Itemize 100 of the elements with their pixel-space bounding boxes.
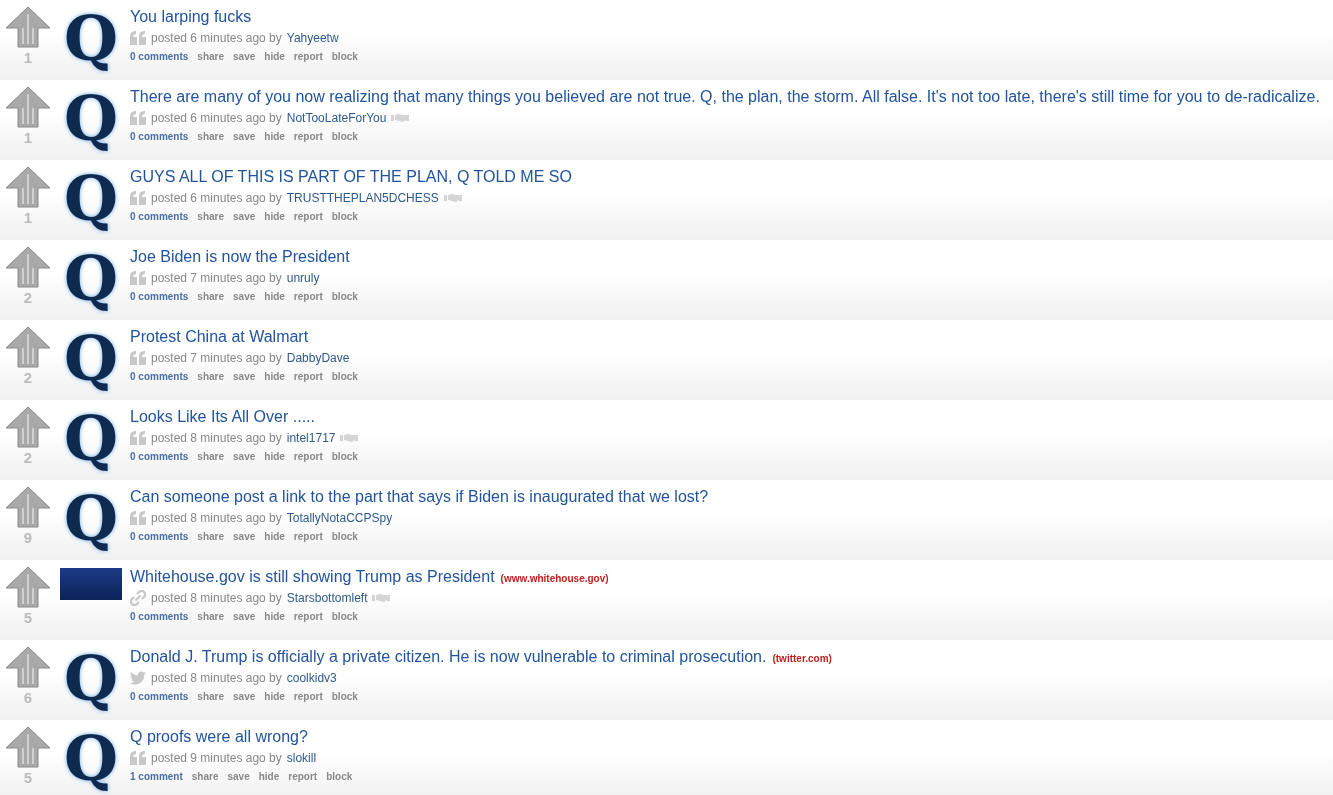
- post-title-link[interactable]: Looks Like Its All Over .....: [130, 406, 315, 428]
- action-link[interactable]: hide: [264, 531, 285, 542]
- comments-link[interactable]: 0 comments: [130, 131, 189, 142]
- action-link[interactable]: report: [288, 771, 318, 782]
- action-link[interactable]: block: [331, 291, 358, 302]
- action-link[interactable]: hide: [264, 291, 285, 302]
- action-link[interactable]: block: [331, 131, 358, 142]
- action-link[interactable]: save: [233, 291, 256, 302]
- q-logo[interactable]: Q: [64, 646, 118, 712]
- post-title-link[interactable]: GUYS ALL OF THIS IS PART OF THE PLAN, Q TOLD ME SO: [130, 166, 572, 188]
- action-link[interactable]: hide: [264, 211, 285, 222]
- action-link[interactable]: hide: [264, 451, 285, 462]
- author-link[interactable]: TotallyNotaCCPSpy: [286, 511, 393, 525]
- author-link[interactable]: DabbyDave: [286, 351, 350, 365]
- upvote-arrow-icon[interactable]: [5, 726, 51, 768]
- upvote-arrow-icon[interactable]: [5, 566, 51, 608]
- comments-link[interactable]: 0 comments: [130, 51, 189, 62]
- action-link[interactable]: hide: [264, 371, 285, 382]
- author-link[interactable]: TRUSTTHEPLAN5DCHESS: [286, 191, 439, 205]
- action-link[interactable]: report: [293, 531, 323, 542]
- comments-link[interactable]: 1 comment: [130, 771, 183, 782]
- author-link[interactable]: unruly: [286, 271, 320, 285]
- action-link[interactable]: share: [197, 451, 225, 462]
- comments-link[interactable]: 0 comments: [130, 451, 189, 462]
- action-link[interactable]: save: [233, 211, 256, 222]
- action-link[interactable]: block: [331, 451, 358, 462]
- post-title-link[interactable]: Whitehouse.gov is still showing Trump as President: [130, 566, 495, 588]
- action-link[interactable]: save: [233, 51, 256, 62]
- action-link[interactable]: block: [331, 531, 358, 542]
- action-link[interactable]: block: [331, 211, 358, 222]
- author-link[interactable]: coolkidv3: [286, 671, 337, 685]
- action-link[interactable]: save: [233, 371, 256, 382]
- post-title-link[interactable]: Can someone post a link to the part that says if Biden is inaugurated that we lost?: [130, 486, 709, 508]
- action-link[interactable]: block: [331, 691, 358, 702]
- action-link[interactable]: block: [331, 371, 358, 382]
- post-title-link[interactable]: You larping fucks: [130, 6, 252, 28]
- post-title-link[interactable]: Joe Biden is now the President: [130, 246, 350, 268]
- comments-link[interactable]: 0 comments: [130, 611, 189, 622]
- action-link[interactable]: share: [197, 51, 225, 62]
- q-logo[interactable]: Q: [64, 406, 118, 472]
- post-title-link[interactable]: Donald J. Trump is officially a private citizen. He is now vulnerable to criminal prosecution.: [130, 646, 767, 668]
- action-link[interactable]: save: [233, 691, 256, 702]
- q-logo[interactable]: Q: [64, 326, 118, 392]
- action-link[interactable]: report: [293, 211, 323, 222]
- upvote-arrow-icon[interactable]: [5, 6, 51, 48]
- q-logo[interactable]: Q: [64, 726, 118, 792]
- author-link[interactable]: Starsbottomleft: [286, 591, 368, 605]
- upvote-arrow-icon[interactable]: [5, 646, 51, 688]
- action-link[interactable]: save: [227, 771, 250, 782]
- comments-link[interactable]: 0 comments: [130, 291, 189, 302]
- q-logo[interactable]: Q: [64, 486, 118, 552]
- action-link[interactable]: report: [293, 451, 323, 462]
- action-link[interactable]: hide: [264, 611, 285, 622]
- upvote-arrow-icon[interactable]: [5, 326, 51, 368]
- thumbnail-image[interactable]: [60, 568, 122, 600]
- comments-link[interactable]: 0 comments: [130, 371, 189, 382]
- q-logo[interactable]: Q: [64, 246, 118, 312]
- action-link[interactable]: share: [197, 611, 225, 622]
- action-link[interactable]: share: [197, 131, 225, 142]
- action-link[interactable]: share: [197, 531, 225, 542]
- action-link[interactable]: share: [197, 291, 225, 302]
- action-link[interactable]: share: [197, 371, 225, 382]
- author-link[interactable]: slokill: [286, 751, 317, 765]
- action-link[interactable]: share: [191, 771, 219, 782]
- action-link[interactable]: save: [233, 531, 256, 542]
- author-link[interactable]: NotTooLateForYou: [286, 111, 387, 125]
- action-link[interactable]: save: [233, 131, 256, 142]
- action-link[interactable]: share: [197, 691, 225, 702]
- post-title-link[interactable]: There are many of you now realizing that many things you believed are not true. Q, the plan, the storm. All false. It's not too late, there's still time for you to de-radicalize.: [130, 86, 1320, 108]
- action-link[interactable]: report: [293, 51, 323, 62]
- action-link[interactable]: save: [233, 611, 256, 622]
- upvote-arrow-icon[interactable]: [5, 246, 51, 288]
- upvote-arrow-icon[interactable]: [5, 486, 51, 528]
- comments-link[interactable]: 0 comments: [130, 531, 189, 542]
- post-title-link[interactable]: Protest China at Walmart: [130, 326, 309, 348]
- action-link[interactable]: report: [293, 371, 323, 382]
- action-link[interactable]: hide: [264, 51, 285, 62]
- action-link[interactable]: report: [293, 611, 323, 622]
- q-logo[interactable]: Q: [64, 166, 118, 232]
- action-link[interactable]: hide: [258, 771, 280, 782]
- action-link[interactable]: hide: [264, 691, 285, 702]
- post-title-link[interactable]: Q proofs were all wrong?: [130, 726, 308, 748]
- action-link[interactable]: hide: [264, 131, 285, 142]
- action-link[interactable]: report: [293, 291, 323, 302]
- upvote-arrow-icon[interactable]: [5, 406, 51, 448]
- action-link[interactable]: report: [293, 691, 323, 702]
- upvote-arrow-icon[interactable]: [5, 86, 51, 128]
- action-link[interactable]: report: [293, 131, 323, 142]
- comments-link[interactable]: 0 comments: [130, 691, 189, 702]
- author-link[interactable]: intel1717: [286, 431, 336, 445]
- action-link[interactable]: block: [326, 771, 353, 782]
- upvote-arrow-icon[interactable]: [5, 166, 51, 208]
- comments-link[interactable]: 0 comments: [130, 211, 189, 222]
- action-link[interactable]: block: [331, 51, 358, 62]
- action-link[interactable]: save: [233, 451, 256, 462]
- q-logo[interactable]: Q: [64, 86, 118, 152]
- q-logo[interactable]: Q: [64, 6, 118, 72]
- action-link[interactable]: share: [197, 211, 225, 222]
- action-link[interactable]: block: [331, 611, 358, 622]
- author-link[interactable]: Yahyeetw: [286, 31, 339, 45]
